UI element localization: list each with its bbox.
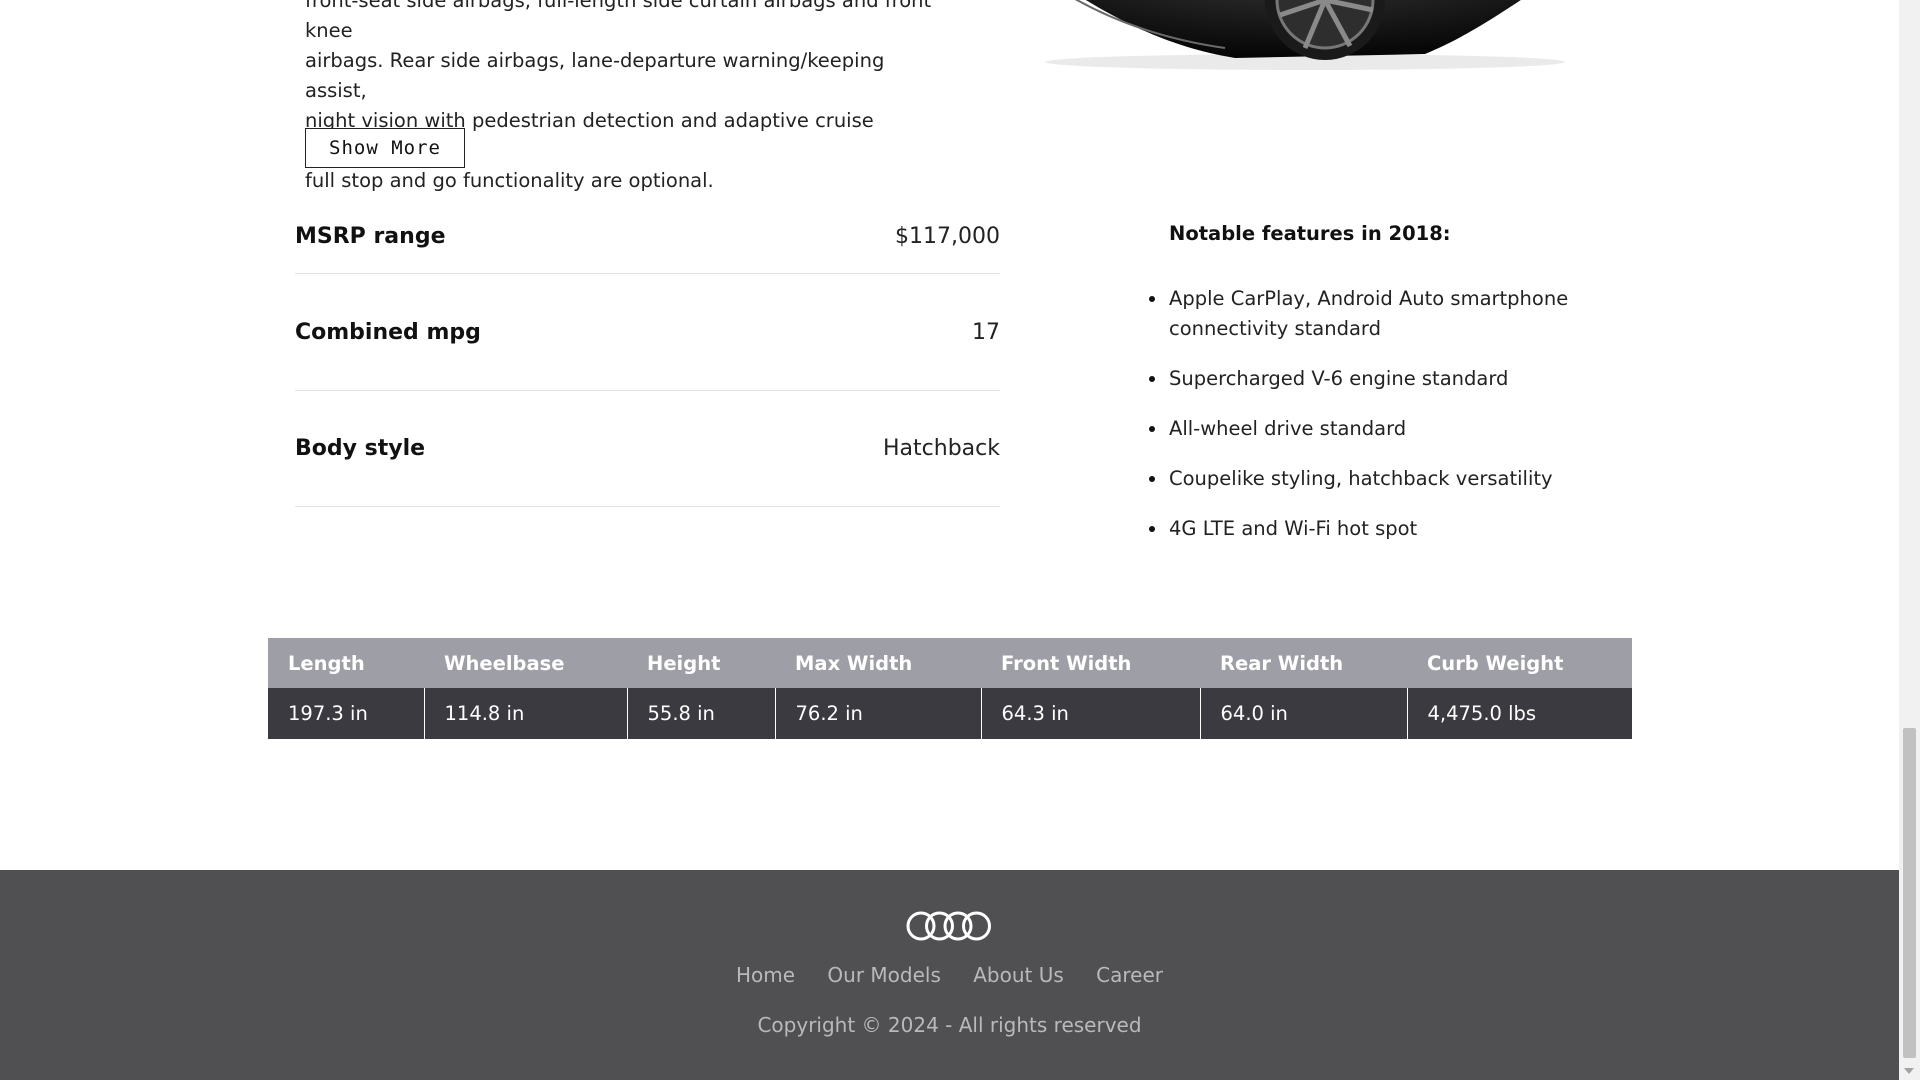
dimension-value: 55.8 in xyxy=(626,688,775,739)
feature-item: Apple CarPlay, Android Auto smartphone c… xyxy=(1149,284,1589,344)
dimension-value: 76.2 in xyxy=(774,688,981,739)
spec-row-mpg: Combined mpg 17 xyxy=(295,274,1000,391)
footer-nav: Home Our Models About Us Career xyxy=(0,963,1899,987)
description-line: full stop and go functionality are optio… xyxy=(305,169,714,192)
dimensions-value-row: 197.3 in 114.8 in 55.8 in 76.2 in 64.3 i… xyxy=(268,688,1632,739)
scrollbar-thumb[interactable] xyxy=(1903,728,1916,1058)
specs-list: MSRP range $117,000 Combined mpg 17 Body… xyxy=(295,200,1000,507)
copyright-text: Copyright © 2024 - All rights reserved xyxy=(757,1013,1142,1037)
spec-row-msrp: MSRP range $117,000 xyxy=(295,200,1000,274)
description-line: airbags. Rear side airbags, lane-departu… xyxy=(305,49,885,102)
spec-value: $117,000 xyxy=(895,224,1000,249)
footer-link-home[interactable]: Home xyxy=(736,963,795,987)
spec-label: MSRP range xyxy=(295,224,446,249)
dimension-header: Max Width xyxy=(775,638,981,688)
feature-item: 4G LTE and Wi-Fi hot spot xyxy=(1149,514,1589,544)
dimensions-table: Length Wheelbase Height Max Width Front … xyxy=(268,638,1632,739)
spec-label: Combined mpg xyxy=(295,319,481,345)
show-more-button[interactable]: Show More xyxy=(305,128,465,168)
vertical-scrollbar[interactable] xyxy=(1899,0,1920,1080)
dimension-header: Rear Width xyxy=(1200,638,1407,688)
dimension-value: 197.3 in xyxy=(268,688,424,739)
dimension-header: Curb Weight xyxy=(1407,638,1632,688)
spec-row-body-style: Body style Hatchback xyxy=(295,391,1000,507)
dimension-header: Front Width xyxy=(981,638,1200,688)
footer-link-our-models[interactable]: Our Models xyxy=(827,963,940,987)
dimension-value: 64.3 in xyxy=(980,688,1200,739)
spec-value: Hatchback xyxy=(883,436,1000,461)
dimension-value: 64.0 in xyxy=(1199,688,1407,739)
features-title: Notable features in 2018: xyxy=(1169,222,1451,245)
footer-link-career[interactable]: Career xyxy=(1096,963,1163,987)
site-footer: Home Our Models About Us Career Copyrigh… xyxy=(0,870,1899,1080)
description-line: front-seat side airbags, full-length sid… xyxy=(305,0,932,42)
dimension-header: Wheelbase xyxy=(424,638,627,688)
audi-rings-logo-icon[interactable] xyxy=(905,910,993,942)
spec-label: Body style xyxy=(295,436,426,461)
feature-item: Coupelike styling, hatchback versatility xyxy=(1149,464,1589,494)
notable-features: Notable features in 2018: Apple CarPlay,… xyxy=(1149,220,1589,564)
features-list: Apple CarPlay, Android Auto smartphone c… xyxy=(1149,284,1589,544)
feature-item: Supercharged V-6 engine standard xyxy=(1149,364,1589,394)
feature-item: All-wheel drive standard xyxy=(1149,414,1589,444)
car-image xyxy=(1045,0,1565,70)
dimension-header: Length xyxy=(268,638,424,688)
dimension-header: Height xyxy=(627,638,775,688)
dimension-value: 4,475.0 lbs xyxy=(1406,688,1632,739)
footer-link-about-us[interactable]: About Us xyxy=(973,963,1064,987)
scroll-down-arrow-icon[interactable] xyxy=(1904,1068,1914,1074)
spec-value: 17 xyxy=(972,319,1000,345)
dimensions-header-row: Length Wheelbase Height Max Width Front … xyxy=(268,638,1632,688)
page: front-seat side airbags, full-length sid… xyxy=(0,0,1899,1080)
dimension-value: 114.8 in xyxy=(423,688,627,739)
